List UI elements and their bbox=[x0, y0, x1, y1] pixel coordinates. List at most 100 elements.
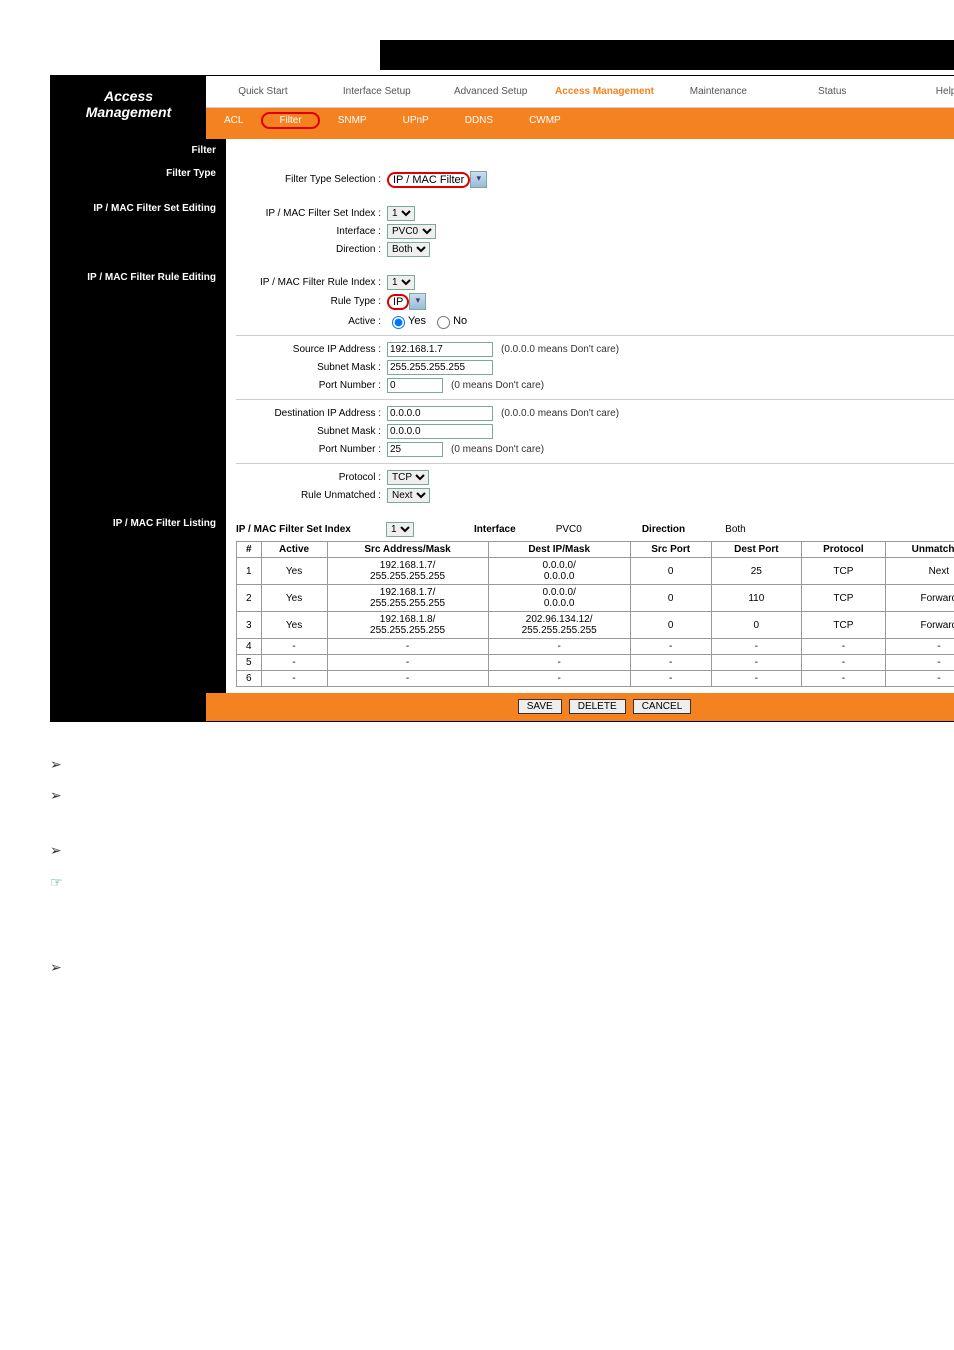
listing-direction-value: Both bbox=[725, 524, 746, 535]
src-port-hint: (0 means Don't care) bbox=[451, 380, 544, 391]
table-cell: 110 bbox=[711, 585, 801, 612]
listing-interface-value: PVC0 bbox=[556, 524, 582, 535]
table-row: 2Yes192.168.1.7/255.255.255.2550.0.0.0/0… bbox=[237, 585, 954, 612]
filter-type-select[interactable]: IP / MAC Filter bbox=[387, 172, 470, 188]
table-cell: - bbox=[801, 639, 885, 655]
listing-direction-label: Direction bbox=[642, 524, 685, 535]
table-cell: 0.0.0.0/0.0.0.0 bbox=[488, 585, 630, 612]
dst-port-input[interactable] bbox=[387, 442, 443, 457]
dst-port-hint: (0 means Don't care) bbox=[451, 444, 544, 455]
dst-ip-input[interactable] bbox=[387, 406, 493, 421]
direction-select[interactable]: Both bbox=[387, 242, 430, 257]
sub-tabs: ACL Filter SNMP UPnP DDNS CWMP bbox=[206, 108, 954, 133]
direction-label: Direction : bbox=[236, 244, 387, 255]
table-cell: 192.168.1.8/255.255.255.255 bbox=[327, 612, 488, 639]
chevron-down-icon[interactable]: ▾ bbox=[409, 293, 426, 310]
table-cell: - bbox=[327, 639, 488, 655]
subtab-snmp[interactable]: SNMP bbox=[320, 112, 385, 129]
table-header: Dest Port bbox=[711, 542, 801, 558]
bullet-icon: ➢ bbox=[50, 838, 74, 863]
table-row: 6------- bbox=[237, 671, 954, 687]
page-title: AccessManagement bbox=[51, 76, 206, 133]
set-index-label: IP / MAC Filter Set Index : bbox=[236, 208, 387, 219]
tab-status[interactable]: Status bbox=[775, 76, 889, 107]
rule-index-select[interactable]: 1 bbox=[387, 275, 415, 290]
table-cell: Yes bbox=[261, 558, 327, 585]
rule-type-label: Rule Type : bbox=[236, 296, 387, 307]
table-cell: 4 bbox=[237, 639, 262, 655]
table-header: Protocol bbox=[801, 542, 885, 558]
tab-advanced-setup[interactable]: Advanced Setup bbox=[434, 76, 548, 107]
table-header: Active bbox=[261, 542, 327, 558]
protocol-select[interactable]: TCP bbox=[387, 470, 429, 485]
table-cell: 192.168.1.7/255.255.255.255 bbox=[327, 558, 488, 585]
active-yes-text: Yes bbox=[408, 315, 426, 327]
filter-listing-table: #ActiveSrc Address/MaskDest IP/MaskSrc P… bbox=[236, 541, 954, 687]
pointer-icon: ☞ bbox=[50, 870, 74, 895]
tab-access-management[interactable]: Access Management bbox=[548, 76, 662, 107]
table-cell: 0 bbox=[630, 558, 711, 585]
dst-ip-label: Destination IP Address : bbox=[236, 408, 387, 419]
rule-type-select[interactable]: IP bbox=[387, 294, 409, 310]
table-cell: - bbox=[630, 655, 711, 671]
table-cell: Yes bbox=[261, 585, 327, 612]
src-ip-input[interactable] bbox=[387, 342, 493, 357]
table-row: 5------- bbox=[237, 655, 954, 671]
tab-quick-start[interactable]: Quick Start bbox=[206, 76, 320, 107]
src-mask-input[interactable] bbox=[387, 360, 493, 375]
unmatched-select[interactable]: Next bbox=[387, 488, 430, 503]
table-header: Src Address/Mask bbox=[327, 542, 488, 558]
table-cell: Next bbox=[885, 558, 954, 585]
src-port-label: Port Number : bbox=[236, 380, 387, 391]
table-cell: 6 bbox=[237, 671, 262, 687]
tab-maintenance[interactable]: Maintenance bbox=[661, 76, 775, 107]
active-label: Active : bbox=[236, 316, 387, 327]
table-cell: - bbox=[801, 671, 885, 687]
table-cell: - bbox=[711, 655, 801, 671]
src-port-input[interactable] bbox=[387, 378, 443, 393]
bullet-icon: ➢ bbox=[50, 955, 74, 980]
table-cell: - bbox=[630, 671, 711, 687]
delete-button[interactable]: DELETE bbox=[569, 699, 626, 714]
doc-header-bar bbox=[380, 40, 954, 70]
table-cell: - bbox=[885, 671, 954, 687]
tab-help[interactable]: Help bbox=[889, 76, 954, 107]
table-row: 4------- bbox=[237, 639, 954, 655]
router-admin-panel: AccessManagement Quick Start Interface S… bbox=[50, 75, 954, 722]
protocol-label: Protocol : bbox=[236, 472, 387, 483]
table-cell: Forward bbox=[885, 612, 954, 639]
dst-mask-input[interactable] bbox=[387, 424, 493, 439]
tab-interface-setup[interactable]: Interface Setup bbox=[320, 76, 434, 107]
src-ip-label: Source IP Address : bbox=[236, 344, 387, 355]
bullet-icon: ➢ bbox=[50, 783, 74, 808]
subtab-filter[interactable]: Filter bbox=[261, 112, 319, 129]
table-header: Unmatched bbox=[885, 542, 954, 558]
subtab-acl[interactable]: ACL bbox=[206, 112, 261, 129]
dst-mask-label: Subnet Mask : bbox=[236, 426, 387, 437]
table-cell: 192.168.1.7/255.255.255.255 bbox=[327, 585, 488, 612]
dst-ip-hint: (0.0.0.0 means Don't care) bbox=[501, 408, 619, 419]
active-no-radio[interactable] bbox=[437, 316, 450, 329]
table-cell: - bbox=[711, 639, 801, 655]
cancel-button[interactable]: CANCEL bbox=[633, 699, 692, 714]
section-rule-editing: IP / MAC Filter Rule Editing bbox=[51, 266, 226, 512]
table-cell: 0 bbox=[711, 612, 801, 639]
table-header: Dest IP/Mask bbox=[488, 542, 630, 558]
table-row: 3Yes192.168.1.8/255.255.255.255202.96.13… bbox=[237, 612, 954, 639]
dst-port-label: Port Number : bbox=[236, 444, 387, 455]
rule-index-label: IP / MAC Filter Rule Index : bbox=[236, 277, 387, 288]
interface-select[interactable]: PVC0 bbox=[387, 224, 436, 239]
table-cell: - bbox=[885, 639, 954, 655]
interface-label: Interface : bbox=[236, 226, 387, 237]
active-yes-radio[interactable] bbox=[392, 316, 405, 329]
table-cell: - bbox=[711, 671, 801, 687]
subtab-upnp[interactable]: UPnP bbox=[385, 112, 447, 129]
subtab-ddns[interactable]: DDNS bbox=[447, 112, 511, 129]
table-cell: - bbox=[488, 671, 630, 687]
chevron-down-icon[interactable]: ▾ bbox=[470, 171, 487, 188]
set-index-select[interactable]: 1 bbox=[387, 206, 415, 221]
subtab-cwmp[interactable]: CWMP bbox=[511, 112, 579, 129]
table-cell: 3 bbox=[237, 612, 262, 639]
save-button[interactable]: SAVE bbox=[518, 699, 562, 714]
listing-set-index-select[interactable]: 1 bbox=[386, 522, 414, 537]
